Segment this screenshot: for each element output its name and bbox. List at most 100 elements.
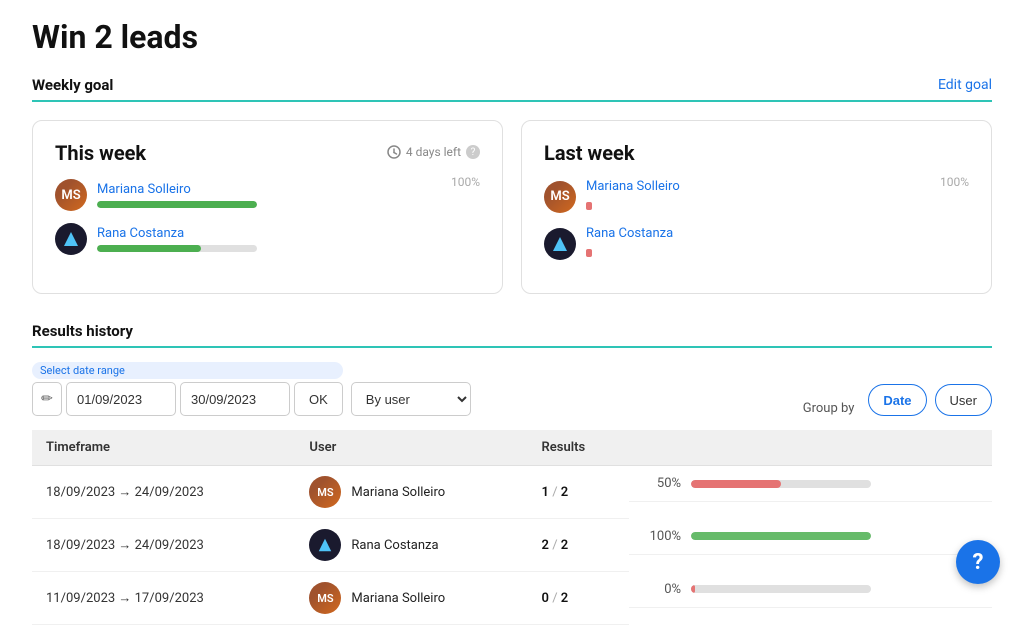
table-cell-timeframe: 18/09/2023 → 24/09/2023 — [32, 466, 295, 519]
start-date-input[interactable] — [66, 382, 176, 416]
avatar-rana — [55, 223, 87, 255]
table-cell-timeframe: 11/09/2023 → 17/09/2023 — [32, 572, 295, 625]
edit-goal-link[interactable]: Edit goal — [938, 77, 992, 93]
table-result-den: 2 — [561, 485, 568, 500]
col-results: Results — [528, 430, 630, 466]
help-fab-label: ? — [973, 550, 984, 575]
table-pct-label: 0% — [643, 582, 681, 597]
results-table-body: 18/09/2023 → 24/09/2023 MS Mariana Solle… — [32, 466, 992, 625]
col-bar — [629, 430, 992, 466]
table-cell-timeframe: 18/09/2023 → 24/09/2023 — [32, 519, 295, 572]
table-cell-bar: 100% — [629, 519, 992, 555]
table-result-slash: / — [552, 485, 561, 500]
table-rana-icon — [317, 537, 333, 553]
progress-bar-mariana-bg — [97, 201, 257, 208]
end-date-input[interactable] — [180, 382, 290, 416]
table-cell-user: MS Mariana Solleiro — [295, 572, 527, 625]
last-week-avatar-rana — [544, 228, 576, 260]
this-week-user-row-0: MS Mariana Solleiro — [55, 179, 430, 211]
last-week-users-area: 100% MS Mariana Solleiro — [544, 179, 969, 261]
last-week-user-info-rana: Rana Costanza — [586, 226, 919, 261]
table-result-slash: / — [552, 538, 561, 553]
group-date-button[interactable]: Date — [868, 384, 926, 416]
results-table: Timeframe User Results 18/09/2023 → 24/0… — [32, 430, 992, 625]
progress-bar-rana-fill — [97, 245, 201, 252]
date-inputs-row: ✏ OK — [32, 382, 343, 416]
date-range-group: Select date range ✏ OK — [32, 362, 343, 416]
cards-row: This week 4 days left ? 100% MS — [32, 120, 992, 294]
results-history-label: Results history — [32, 322, 133, 340]
avatar-mariana: MS — [55, 179, 87, 211]
table-user-name: Rana Costanza — [351, 538, 438, 553]
table-cell-result: 0 / 2 — [528, 572, 630, 625]
table-pct-label: 50% — [643, 476, 681, 491]
clock-icon — [387, 145, 401, 159]
filters-row: Select date range ✏ OK By user By date G… — [32, 362, 992, 416]
table-user-cell: MS Mariana Solleiro — [309, 582, 513, 614]
table-bar-bg — [691, 532, 871, 540]
days-left-area: 4 days left ? — [387, 145, 480, 159]
last-week-avatar-mariana: MS — [544, 181, 576, 213]
by-user-select[interactable]: By user By date — [351, 382, 471, 416]
table-avatar: MS — [309, 582, 341, 614]
table-cell-result: 1 / 2 — [528, 466, 630, 519]
last-week-pct-label: 100% — [940, 175, 969, 189]
table-cell-user: Rana Costanza — [295, 519, 527, 572]
last-week-user-row-0: MS Mariana Solleiro — [544, 179, 919, 214]
table-row: 11/09/2023 → 17/09/2023 MS Mariana Solle… — [32, 572, 992, 625]
user-name-mariana: Mariana Solleiro — [97, 182, 430, 197]
weekly-goal-section-header: Weekly goal Edit goal — [32, 76, 992, 102]
progress-bar-mariana-fill — [97, 201, 257, 208]
this-week-pct-label: 100% — [451, 175, 480, 189]
this-week-card: This week 4 days left ? 100% MS — [32, 120, 503, 294]
table-user-cell: MS Mariana Solleiro — [309, 476, 513, 508]
weekly-goal-label: Weekly goal — [32, 76, 113, 94]
group-by-label: Group by — [803, 401, 855, 416]
group-user-button[interactable]: User — [935, 384, 992, 416]
table-user-name: Mariana Solleiro — [351, 485, 445, 500]
results-table-header-row: Timeframe User Results — [32, 430, 992, 466]
this-week-user-row-1: Rana Costanza — [55, 223, 430, 255]
results-history-header: Results history — [32, 322, 992, 348]
col-user: User — [295, 430, 527, 466]
user-info-rana: Rana Costanza — [97, 226, 430, 252]
results-table-head: Timeframe User Results — [32, 430, 992, 466]
this-week-title: This week — [55, 141, 146, 165]
table-row: 18/09/2023 → 24/09/2023 MS Mariana Solle… — [32, 466, 992, 519]
last-week-user-name-rana: Rana Costanza — [586, 226, 919, 241]
user-name-rana: Rana Costanza — [97, 226, 430, 241]
table-result-slash: / — [552, 591, 561, 606]
page-title: Win 2 leads — [32, 18, 992, 56]
help-fab-button[interactable]: ? — [956, 540, 1000, 584]
last-week-card: Last week 100% MS Mariana Solleiro — [521, 120, 992, 294]
table-avatar — [309, 529, 341, 561]
table-result-num: 0 — [542, 591, 549, 606]
table-bar-bg — [691, 480, 871, 488]
page-container: Win 2 leads Weekly goal Edit goal This w… — [0, 0, 1024, 625]
table-row: 18/09/2023 → 24/09/2023 Rana Costanza 2 … — [32, 519, 992, 572]
edit-date-icon[interactable]: ✏ — [32, 382, 62, 416]
days-left-text: 4 days left — [406, 145, 461, 159]
last-week-bar-rana — [586, 249, 592, 257]
table-result-den: 2 — [561, 538, 568, 553]
last-week-bar-mariana — [586, 202, 592, 210]
user-info-mariana: Mariana Solleiro — [97, 182, 430, 208]
table-avatar: MS — [309, 476, 341, 508]
last-week-title: Last week — [544, 141, 635, 165]
last-week-user-name-mariana: Mariana Solleiro — [586, 179, 919, 194]
last-week-rana-avatar-icon — [551, 235, 569, 253]
ok-button[interactable]: OK — [294, 382, 343, 416]
date-range-label: Select date range — [32, 362, 343, 379]
rana-avatar-icon — [62, 230, 80, 248]
progress-bar-rana-bg — [97, 245, 257, 252]
table-cell-bar: 50% — [629, 466, 992, 502]
table-cell-bar: 0% — [629, 572, 992, 608]
table-result-den: 2 — [561, 591, 568, 606]
table-cell-result: 2 / 2 — [528, 519, 630, 572]
table-result-num: 2 — [542, 538, 549, 553]
last-week-user-row-1: Rana Costanza — [544, 226, 919, 261]
table-pct-label: 100% — [643, 529, 681, 544]
days-left-help-icon[interactable]: ? — [466, 145, 480, 159]
results-history-section: Results history Select date range ✏ OK B… — [32, 322, 992, 625]
table-result-num: 1 — [542, 485, 549, 500]
